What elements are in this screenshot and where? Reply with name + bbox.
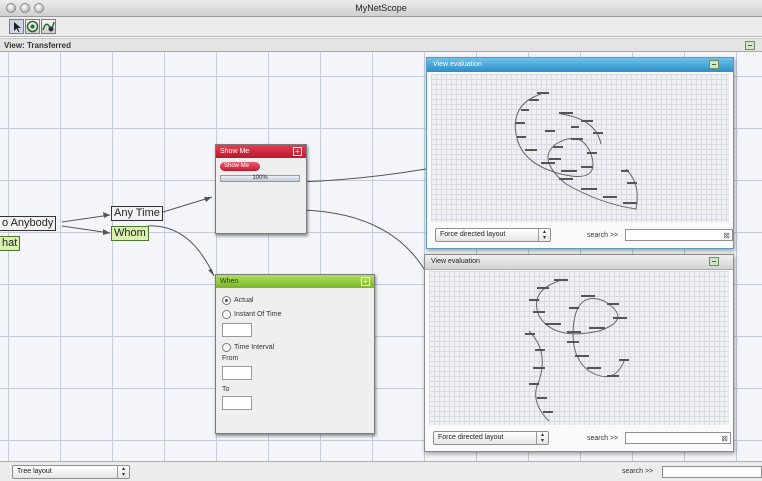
eval-bottom-expand-button[interactable] (709, 257, 719, 266)
eval-top-header: View evaluation (427, 58, 733, 72)
select-tool-icon (14, 22, 21, 32)
eval-bottom-title: View evaluation (431, 258, 480, 265)
eval-bottom-header: View evaluation (425, 255, 733, 270)
eval-top-layout-value: Force directed layout (440, 231, 506, 238)
edge-anytime-when (147, 225, 215, 277)
chart-tool-icon (42, 21, 55, 32)
when-expand-button[interactable]: + (361, 277, 370, 286)
eval-bottom-layout-arrow-icon: ▴ ▾ (536, 432, 548, 444)
edge-showme-eval-top (299, 168, 427, 183)
radio-instant-label: Instant Of Time (234, 311, 282, 318)
to-label: To (222, 386, 230, 393)
eval-bottom-layout-select[interactable]: Force directed layout ▴ ▾ (433, 431, 549, 445)
view-header: View: Transferred (0, 38, 762, 52)
show-me-header: Show Me + (216, 145, 306, 158)
graph-canvas[interactable]: o Anybody hat Any Time Whom Show Me + Sh… (0, 52, 762, 461)
radio-actual[interactable] (222, 296, 231, 305)
radio-time-interval[interactable] (222, 343, 231, 352)
eval-top-layout-arrow-icon: ▴ ▾ (538, 229, 550, 241)
node-what[interactable]: hat (0, 236, 21, 251)
toolbar (0, 17, 762, 37)
eval-bottom-graph[interactable] (429, 271, 729, 425)
main-search-input[interactable] (662, 466, 762, 478)
bottom-bar: Tree layout ▴ ▾ search >> (0, 461, 762, 481)
eval-top-search-input[interactable]: ⊠ (625, 229, 733, 241)
view-collapse-button[interactable] (745, 41, 755, 50)
eval-bottom-search-input[interactable]: ⊠ (625, 432, 731, 444)
when-header: When + (216, 275, 374, 288)
eval-bottom-layout-value: Force directed layout (438, 434, 504, 441)
eval-bottom-network-drawing (525, 279, 629, 422)
edge-anybody-anytime (61, 214, 111, 223)
show-me-button[interactable]: Show Me (220, 162, 260, 171)
network-tool-button[interactable] (25, 19, 40, 34)
eval-top-title: View evaluation (433, 61, 482, 68)
main-layout-select[interactable]: Tree layout ▴ ▾ (12, 465, 130, 479)
select-tool-button[interactable] (9, 19, 24, 34)
main-layout-arrow-icon: ▴ ▾ (117, 466, 129, 478)
eval-top-graph[interactable] (431, 74, 729, 222)
eval-bottom-search-label: search >> (587, 435, 619, 442)
view-title: View: Transferred (4, 41, 71, 50)
view-evaluation-window-top[interactable]: View evaluation Force directed layout ▴ … (426, 57, 734, 249)
network-tool-icon (26, 20, 39, 33)
eval-top-network-drawing (514, 92, 638, 210)
from-label: From (222, 355, 239, 362)
eval-top-search-label: search >> (587, 232, 619, 239)
show-me-progress-text: 100% (252, 175, 268, 181)
view-evaluation-window-bottom[interactable]: View evaluation Force directed layout ▴ … (424, 254, 734, 452)
show-me-expand-button[interactable]: + (293, 147, 302, 156)
window-title: MyNetScope (355, 3, 407, 13)
radio-instant-of-time[interactable] (222, 310, 231, 319)
when-title: When (220, 278, 239, 285)
radio-interval-label: Time Interval (234, 344, 275, 351)
show-me-title: Show Me (220, 148, 250, 155)
window-title-bar: MyNetScope (0, 0, 762, 17)
node-whom[interactable]: Whom (111, 226, 149, 241)
to-field[interactable] (222, 396, 252, 410)
edge-anybody-whom (61, 225, 111, 234)
eval-top-expand-button[interactable] (709, 60, 719, 69)
close-icon[interactable]: ⊠ (723, 231, 730, 240)
chart-tool-button[interactable] (41, 19, 56, 34)
eval-top-layout-select[interactable]: Force directed layout ▴ ▾ (435, 228, 551, 242)
main-search-label: search >> (622, 468, 654, 475)
when-panel[interactable]: When + Actual Instant Of Time Time Inter… (215, 274, 375, 434)
node-anybody[interactable]: o Anybody (0, 216, 57, 231)
close-icon[interactable]: ⊠ (721, 434, 728, 443)
instant-time-field[interactable] (222, 323, 252, 337)
edge-anytime-showme (162, 196, 213, 213)
show-me-panel[interactable]: Show Me + Show Me 100% (215, 144, 307, 234)
main-layout-value: Tree layout (17, 468, 52, 475)
node-any-time[interactable]: Any Time (111, 206, 163, 221)
edge-showme-eval-bottom (299, 209, 427, 273)
radio-actual-label: Actual (234, 297, 254, 304)
show-me-progress-bar: 100% (220, 175, 300, 182)
from-field[interactable] (222, 366, 252, 380)
